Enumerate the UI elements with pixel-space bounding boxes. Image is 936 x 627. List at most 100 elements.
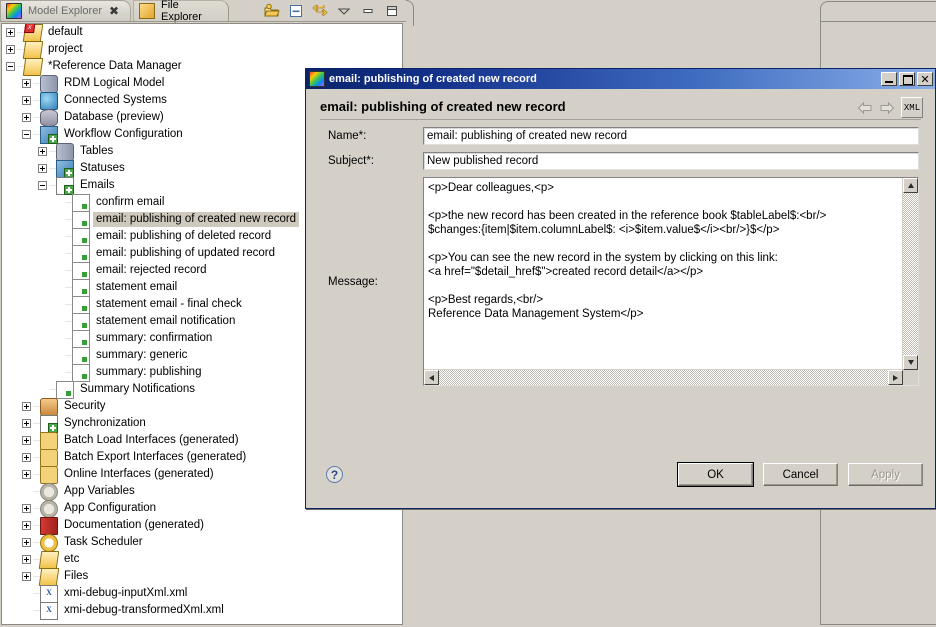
expand-icon[interactable] bbox=[22, 538, 31, 547]
tree-item-label: App Variables bbox=[61, 484, 138, 499]
tree-item[interactable]: project bbox=[2, 41, 402, 58]
tree-item[interactable]: xdefault bbox=[2, 24, 402, 41]
expand-icon[interactable] bbox=[22, 436, 31, 445]
dialog-titlebar[interactable]: email: publishing of created new record … bbox=[306, 69, 935, 89]
tree-item[interactable]: Task Scheduler bbox=[2, 534, 402, 551]
email-item-icon bbox=[72, 279, 90, 297]
tree-item-label: Task Scheduler bbox=[61, 535, 146, 550]
subject-field[interactable] bbox=[423, 152, 919, 170]
message-text[interactable]: <p>Dear colleagues,<p> <p>the new record… bbox=[424, 178, 903, 370]
tab-model-explorer-label: Model Explorer bbox=[28, 5, 102, 17]
tree-item[interactable]: Files bbox=[2, 568, 402, 585]
expand-icon[interactable] bbox=[22, 402, 31, 411]
expand-icon[interactable] bbox=[22, 572, 31, 581]
message-vertical-scrollbar[interactable] bbox=[902, 178, 918, 370]
expand-icon[interactable] bbox=[22, 504, 31, 513]
name-row: Name*: bbox=[306, 127, 936, 145]
collapse-icon[interactable] bbox=[22, 130, 31, 139]
tree-item-label: Database (preview) bbox=[61, 110, 167, 125]
maximize-icon[interactable] bbox=[384, 3, 400, 19]
minimize-icon[interactable] bbox=[360, 3, 376, 19]
minimize-button[interactable] bbox=[881, 72, 897, 86]
tree-item-label: *Reference Data Manager bbox=[45, 59, 185, 74]
expand-icon[interactable] bbox=[22, 113, 31, 122]
tree-item-label: Synchronization bbox=[61, 416, 149, 431]
apply-button: Apply bbox=[848, 463, 923, 486]
tree-connector bbox=[65, 236, 72, 237]
tree-item-label: xmi-debug-transformedXml.xml bbox=[61, 603, 227, 618]
expand-icon[interactable] bbox=[6, 28, 15, 37]
scroll-down-button[interactable] bbox=[903, 355, 918, 370]
help-icon[interactable]: ? bbox=[326, 466, 343, 483]
tree-connector bbox=[65, 202, 72, 203]
tree-item-label: Summary Notifications bbox=[77, 382, 198, 397]
expand-icon[interactable] bbox=[38, 164, 47, 173]
folder-icon bbox=[39, 551, 60, 569]
tree-item-label: email: publishing of deleted record bbox=[93, 229, 274, 244]
tree-item-label: Workflow Configuration bbox=[61, 127, 186, 142]
tree-connector bbox=[33, 117, 40, 118]
tree-item-label: xmi-debug-inputXml.xml bbox=[61, 586, 190, 601]
tree-item-label: summary: confirmation bbox=[93, 331, 215, 346]
close-button[interactable]: ✕ bbox=[917, 72, 933, 86]
name-field[interactable] bbox=[423, 127, 919, 145]
maximize-button[interactable] bbox=[899, 72, 915, 86]
book-icon bbox=[40, 517, 58, 535]
tree-item-label: Emails bbox=[77, 178, 118, 193]
expand-icon[interactable] bbox=[22, 453, 31, 462]
tree-connector bbox=[65, 304, 72, 305]
message-horizontal-scrollbar[interactable] bbox=[424, 369, 903, 385]
tabbar-underline bbox=[0, 21, 406, 22]
database-icon bbox=[40, 109, 58, 127]
tree-connector bbox=[33, 593, 40, 594]
tree-item[interactable]: Xxmi-debug-inputXml.xml bbox=[2, 585, 402, 602]
tree-connector bbox=[49, 389, 56, 390]
expand-icon[interactable] bbox=[22, 419, 31, 428]
cancel-button[interactable]: Cancel bbox=[763, 463, 838, 486]
expand-icon[interactable] bbox=[6, 45, 15, 54]
collapse-icon[interactable] bbox=[38, 181, 47, 190]
tree-item-label: statement email bbox=[93, 280, 180, 295]
model-icon bbox=[40, 75, 58, 93]
back-arrow-icon[interactable] bbox=[857, 101, 873, 115]
tree-connector bbox=[33, 457, 40, 458]
tree-item-label: email: publishing of updated record bbox=[93, 246, 278, 261]
expand-icon[interactable] bbox=[22, 555, 31, 564]
scroll-left-button[interactable] bbox=[424, 370, 439, 385]
tree-connector bbox=[33, 474, 40, 475]
expand-icon[interactable] bbox=[22, 521, 31, 530]
tab-close-icon[interactable]: ✖ bbox=[109, 5, 119, 17]
collapse-all-icon[interactable] bbox=[288, 3, 304, 19]
scroll-right-button[interactable] bbox=[888, 370, 903, 385]
dialog-buttons: OK Cancel Apply bbox=[678, 463, 923, 486]
expand-icon[interactable] bbox=[22, 79, 31, 88]
tables-icon bbox=[56, 143, 74, 161]
ok-button[interactable]: OK bbox=[678, 463, 753, 486]
clock-folder-icon bbox=[40, 534, 58, 552]
tab-file-explorer-label: File Explorer bbox=[161, 0, 220, 23]
tree-connector bbox=[49, 168, 56, 169]
tree-item[interactable]: etc bbox=[2, 551, 402, 568]
xml-button[interactable]: XML bbox=[901, 97, 923, 118]
collapse-icon[interactable] bbox=[6, 62, 15, 71]
open-folder-icon[interactable] bbox=[264, 3, 280, 19]
tree-item-label: Files bbox=[61, 569, 91, 584]
tree-item-label: summary: publishing bbox=[93, 365, 204, 380]
tree-item[interactable]: Documentation (generated) bbox=[2, 517, 402, 534]
expand-icon[interactable] bbox=[22, 96, 31, 105]
forward-arrow-icon[interactable] bbox=[879, 101, 895, 115]
view-menu-icon[interactable] bbox=[336, 3, 352, 19]
tree-item-label: Batch Export Interfaces (generated) bbox=[61, 450, 249, 465]
name-label: Name*: bbox=[320, 127, 423, 142]
link-with-editor-icon[interactable] bbox=[312, 3, 328, 19]
tab-file-explorer[interactable]: File Explorer bbox=[133, 0, 229, 21]
tab-model-explorer[interactable]: Model Explorer ✖ bbox=[0, 0, 131, 21]
scroll-up-button[interactable] bbox=[903, 178, 918, 193]
tree-item-label: Online Interfaces (generated) bbox=[61, 467, 217, 482]
file-explorer-icon bbox=[139, 3, 155, 19]
expand-icon[interactable] bbox=[38, 147, 47, 156]
expand-icon[interactable] bbox=[22, 470, 31, 479]
gear-folder-icon bbox=[40, 466, 58, 484]
tree-item[interactable]: Xxmi-debug-transformedXml.xml bbox=[2, 602, 402, 619]
message-editor[interactable]: <p>Dear colleagues,<p> <p>the new record… bbox=[423, 177, 919, 386]
